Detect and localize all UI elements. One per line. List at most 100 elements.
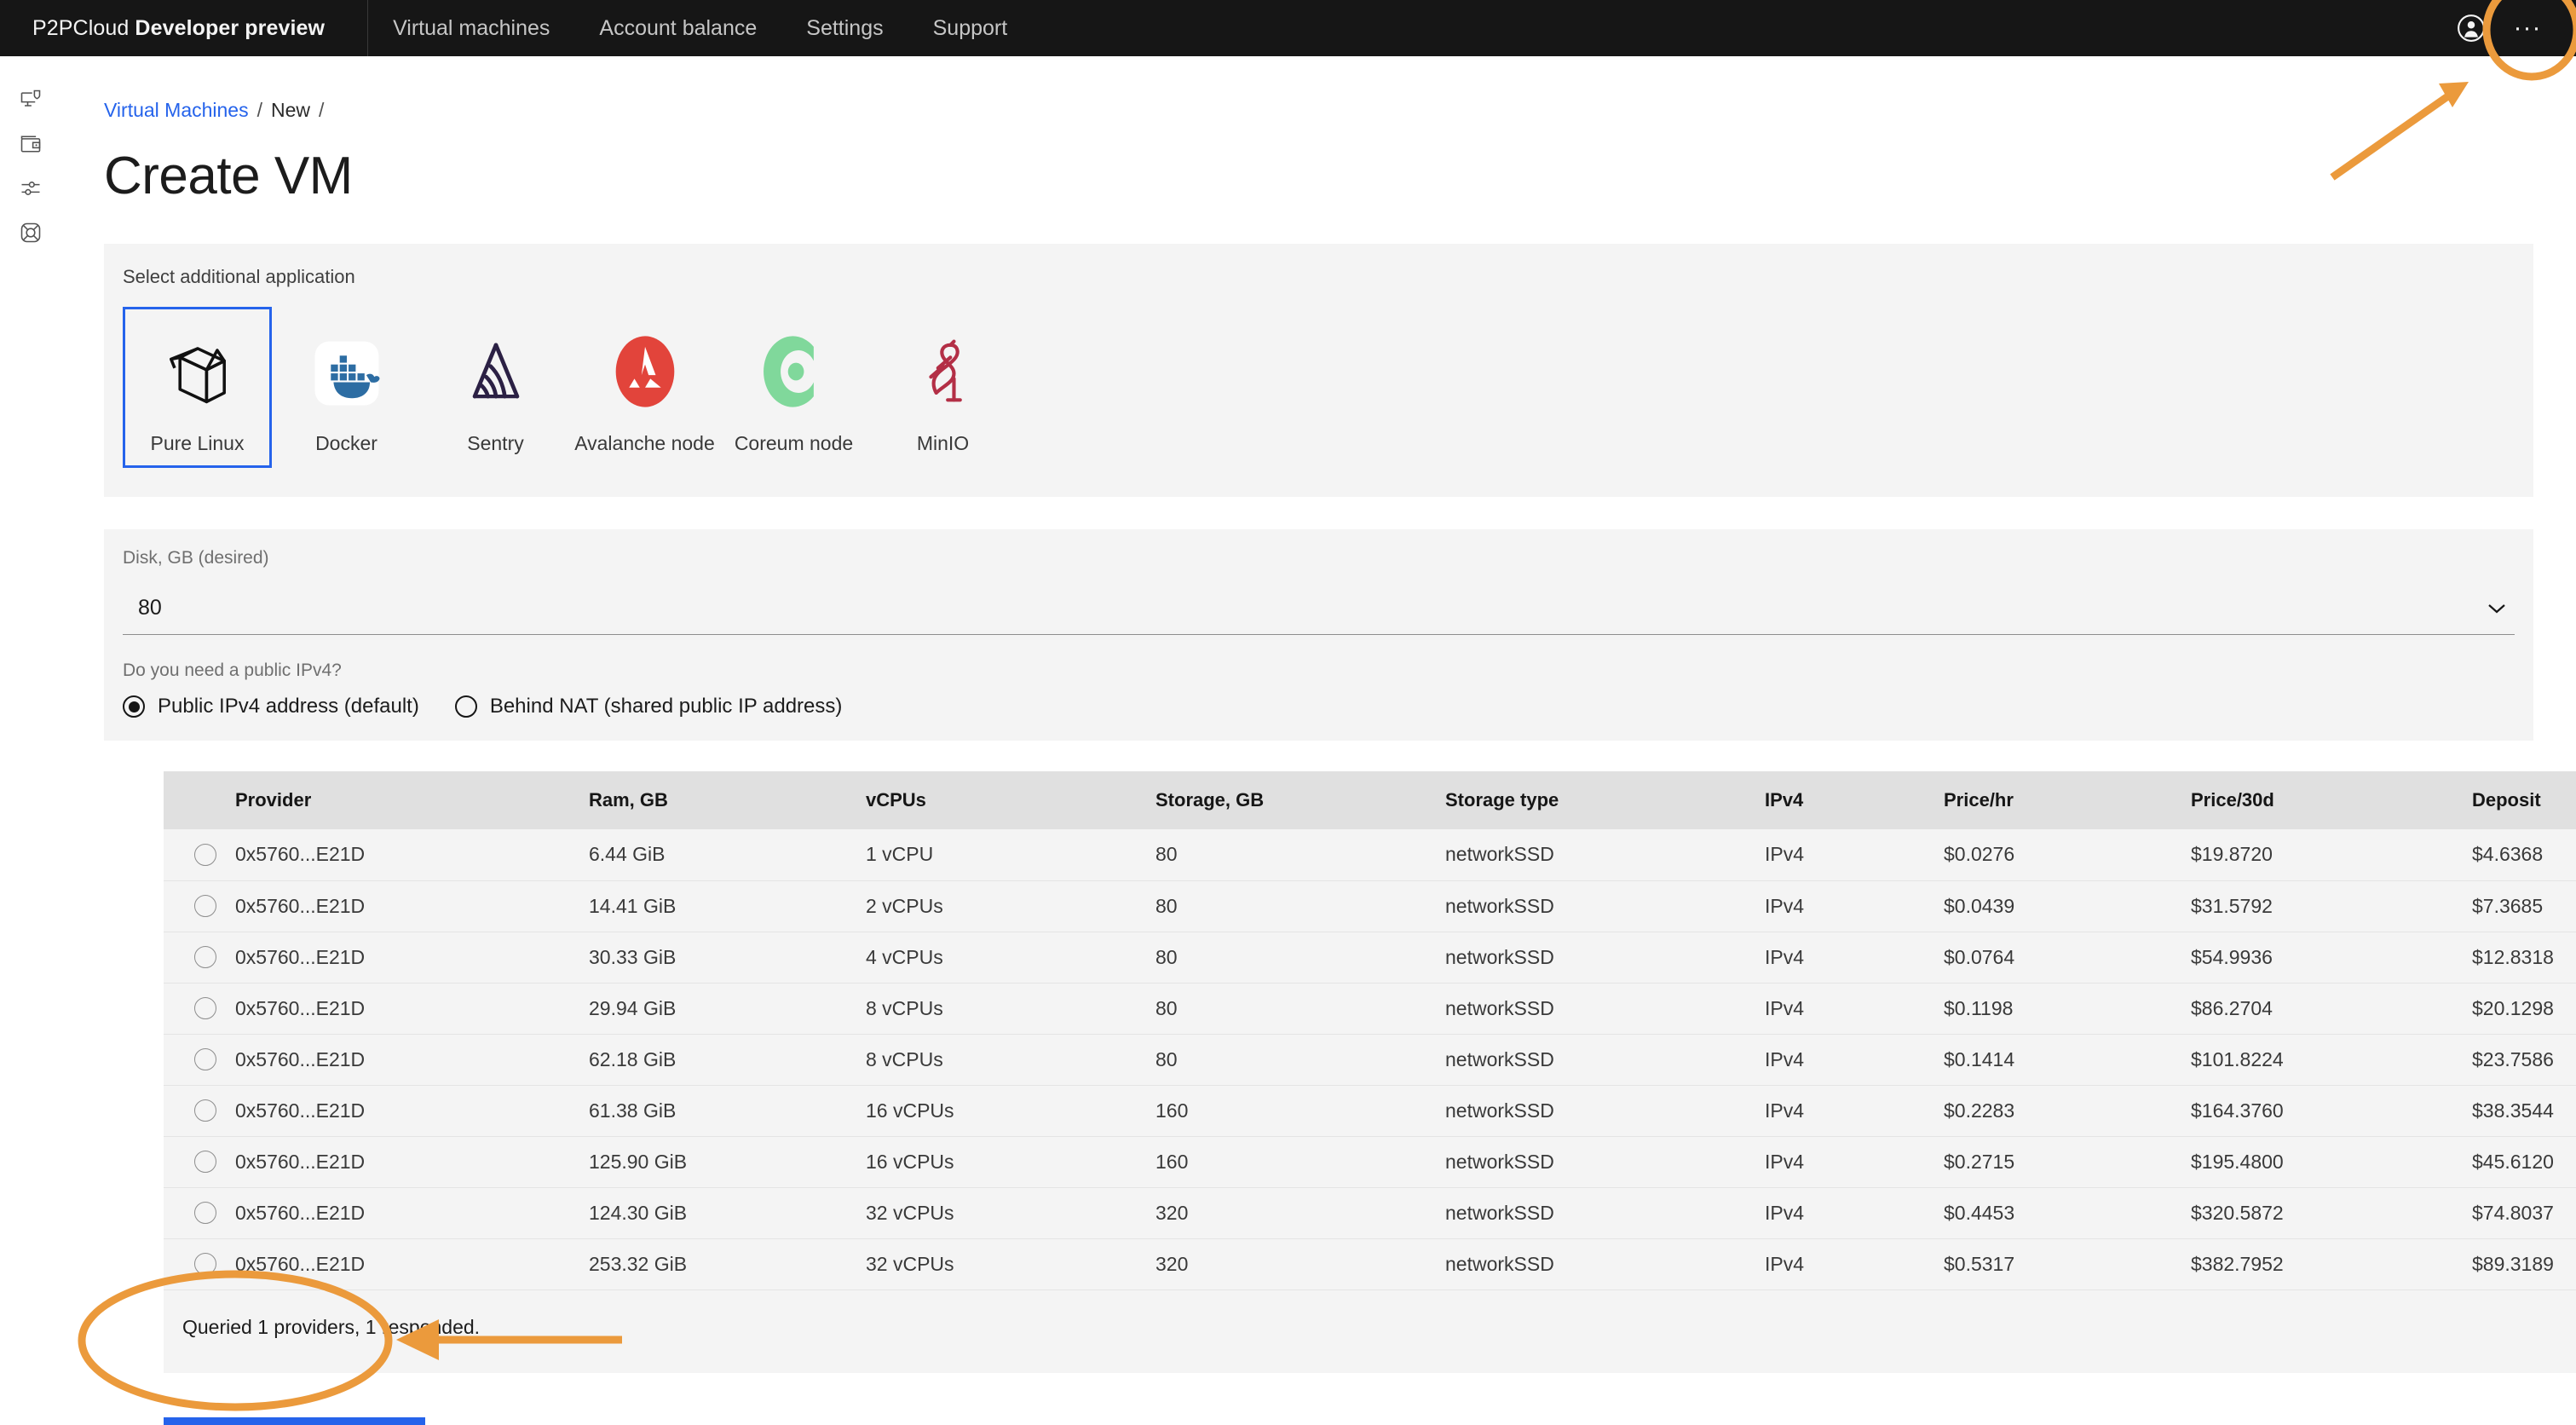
cell-price-30d: $19.8720 bbox=[2191, 843, 2273, 866]
cell-ram: 6.44 GiB bbox=[589, 843, 666, 866]
app-card-docker[interactable]: Docker bbox=[272, 307, 421, 468]
row-radio-button[interactable] bbox=[194, 997, 216, 1019]
brand-logo[interactable]: P2PCloud Developer preview bbox=[0, 16, 325, 41]
monitor-shield-icon bbox=[20, 89, 40, 107]
app-card-sentry[interactable]: Sentry bbox=[421, 307, 570, 468]
chevron-down-icon bbox=[2488, 603, 2505, 613]
cell-price-hr: $0.1198 bbox=[1944, 996, 2014, 1019]
rail-item-support[interactable] bbox=[0, 211, 61, 255]
cell-deposit: $7.3685 bbox=[2472, 894, 2544, 917]
app-card-minio[interactable]: MinIO bbox=[868, 307, 1017, 468]
breadcrumb-link-virtual-machines[interactable]: Virtual Machines bbox=[104, 99, 249, 122]
row-radio-button[interactable] bbox=[194, 1048, 216, 1070]
row-radio-button[interactable] bbox=[194, 895, 216, 917]
cell-ipv4: IPv4 bbox=[1765, 1252, 1805, 1275]
table-row[interactable]: 0x5760...E21D 61.38 GiB 16 vCPUs 160 network… bbox=[164, 1085, 2576, 1136]
offers-table-head: Provider Ram, GB vCPUs Storage, GB Stora… bbox=[164, 771, 2576, 829]
row-radio-button[interactable] bbox=[194, 946, 216, 968]
brand-bold: Developer preview bbox=[135, 15, 326, 40]
wallet-icon bbox=[20, 136, 40, 153]
docker-whale-icon bbox=[303, 321, 391, 422]
table-row[interactable]: 0x5760...E21D 62.18 GiB 8 vCPUs 80 networkSS… bbox=[164, 1034, 2576, 1085]
cell-price-hr: $0.0276 bbox=[1944, 843, 2015, 866]
row-select-cell[interactable] bbox=[164, 1034, 232, 1085]
nav-item-settings[interactable]: Settings bbox=[781, 0, 908, 56]
cell-provider: 0x5760...E21D bbox=[235, 1252, 366, 1275]
cell-storage: 160 bbox=[1155, 1099, 1189, 1122]
cell-price-30d: $101.8224 bbox=[2191, 1047, 2284, 1070]
cell-storage-type: networkSSD bbox=[1445, 996, 1554, 1019]
footer-actions: Log in to book a VM bbox=[164, 1416, 2576, 1425]
cell-deposit: $74.8037 bbox=[2472, 1201, 2554, 1224]
nav-item-account-balance[interactable]: Account balance bbox=[574, 0, 781, 56]
cell-storage: 80 bbox=[1155, 996, 1178, 1019]
cell-storage-type: networkSSD bbox=[1445, 843, 1554, 866]
row-radio-button[interactable] bbox=[194, 843, 216, 866]
row-select-cell[interactable] bbox=[164, 1136, 232, 1187]
table-row[interactable]: 0x5760...E21D 125.90 GiB 16 vCPUs 160 networ… bbox=[164, 1136, 2576, 1187]
row-radio-button[interactable] bbox=[194, 1253, 216, 1275]
app-card-pure-linux[interactable]: Pure Linux bbox=[123, 307, 272, 468]
left-icon-rail bbox=[0, 56, 61, 1425]
row-radio-button[interactable] bbox=[194, 1099, 216, 1122]
app-card-coreum-node[interactable]: Coreum node bbox=[719, 307, 868, 468]
rail-item-settings[interactable] bbox=[0, 166, 61, 211]
row-radio-button[interactable] bbox=[194, 1151, 216, 1173]
nav-item-virtual-machines[interactable]: Virtual machines bbox=[368, 0, 574, 56]
app-label-docker: Docker bbox=[315, 432, 377, 454]
header-provider: Provider bbox=[235, 789, 312, 811]
cell-price-hr: $0.0764 bbox=[1944, 945, 2015, 968]
cell-storage: 80 bbox=[1155, 894, 1178, 917]
table-row[interactable]: 0x5760...E21D 30.33 GiB 4 vCPUs 80 networkSS… bbox=[164, 932, 2576, 983]
cell-ipv4: IPv4 bbox=[1765, 945, 1805, 968]
row-select-cell[interactable] bbox=[164, 932, 232, 983]
vm-options-panel: Disk, GB (desired) 80 Do you need a publ… bbox=[104, 529, 2533, 741]
row-radio-button[interactable] bbox=[194, 1202, 216, 1224]
disk-size-select[interactable]: 80 bbox=[123, 577, 2515, 635]
table-row[interactable]: 0x5760...E21D 253.32 GiB 32 vCPUs 320 networ… bbox=[164, 1238, 2576, 1289]
cell-ipv4: IPv4 bbox=[1765, 894, 1805, 917]
row-select-cell[interactable] bbox=[164, 1187, 232, 1238]
app-card-avalanche-node[interactable]: Avalanche node bbox=[570, 307, 719, 468]
breadcrumb-separator-2: / bbox=[319, 99, 325, 121]
nav-links: Virtual machines Account balance Setting… bbox=[368, 0, 1032, 56]
radio-public-ipv4[interactable]: Public IPv4 address (default) bbox=[123, 695, 419, 718]
table-row[interactable]: 0x5760...E21D 124.30 GiB 32 vCPUs 320 networ… bbox=[164, 1187, 2576, 1238]
row-select-cell[interactable] bbox=[164, 880, 232, 932]
header-storage-type: Storage type bbox=[1445, 789, 1559, 811]
cell-storage-type: networkSSD bbox=[1445, 1201, 1554, 1224]
header-price-hr: Price/hr bbox=[1944, 789, 2014, 811]
cell-ipv4: IPv4 bbox=[1765, 1047, 1805, 1070]
top-navigation-bar: P2PCloud Developer preview Virtual machi… bbox=[0, 0, 2576, 56]
table-row[interactable]: 0x5760...E21D 29.94 GiB 8 vCPUs 80 networkSS… bbox=[164, 983, 2576, 1034]
rail-item-account-balance[interactable] bbox=[0, 122, 61, 166]
cell-deposit: $89.3189 bbox=[2472, 1252, 2554, 1275]
row-select-cell[interactable] bbox=[164, 983, 232, 1034]
overflow-menu-button[interactable]: ··· bbox=[2499, 0, 2556, 56]
row-select-cell[interactable] bbox=[164, 1238, 232, 1289]
login-to-book-vm-button[interactable]: Log in to book a VM bbox=[164, 1416, 425, 1425]
page-title: Create VM bbox=[104, 147, 353, 205]
applications-label: Select additional application bbox=[123, 266, 355, 287]
cell-storage-type: networkSSD bbox=[1445, 1150, 1554, 1173]
row-select-cell[interactable] bbox=[164, 829, 232, 880]
cell-price-30d: $320.5872 bbox=[2191, 1201, 2284, 1224]
cell-provider: 0x5760...E21D bbox=[235, 1150, 366, 1173]
radio-behind-nat[interactable]: Behind NAT (shared public IP address) bbox=[454, 695, 842, 718]
account-menu-button[interactable] bbox=[2443, 0, 2499, 56]
table-row[interactable]: 0x5760...E21D 6.44 GiB 1 vCPU 80 networkSSD I… bbox=[164, 829, 2576, 880]
cell-vcpus: 8 vCPUs bbox=[866, 1047, 943, 1070]
cell-ipv4: IPv4 bbox=[1765, 843, 1805, 866]
row-select-cell[interactable] bbox=[164, 1085, 232, 1136]
app-label-minio: MinIO bbox=[916, 432, 970, 454]
table-row[interactable]: 0x5760...E21D 14.41 GiB 2 vCPUs 80 networkSS… bbox=[164, 880, 2576, 932]
cell-ipv4: IPv4 bbox=[1765, 996, 1805, 1019]
cell-storage-type: networkSSD bbox=[1445, 1047, 1554, 1070]
cell-deposit: $12.8318 bbox=[2472, 945, 2554, 968]
rail-item-virtual-machines[interactable] bbox=[0, 78, 61, 122]
disk-field-label: Disk, GB (desired) bbox=[123, 548, 269, 568]
ipv4-radio-group: Public IPv4 address (default) Behind NAT… bbox=[123, 695, 2515, 718]
nav-item-support[interactable]: Support bbox=[908, 0, 1033, 56]
cell-provider: 0x5760...E21D bbox=[235, 1201, 366, 1224]
disk-size-value: 80 bbox=[138, 596, 162, 620]
